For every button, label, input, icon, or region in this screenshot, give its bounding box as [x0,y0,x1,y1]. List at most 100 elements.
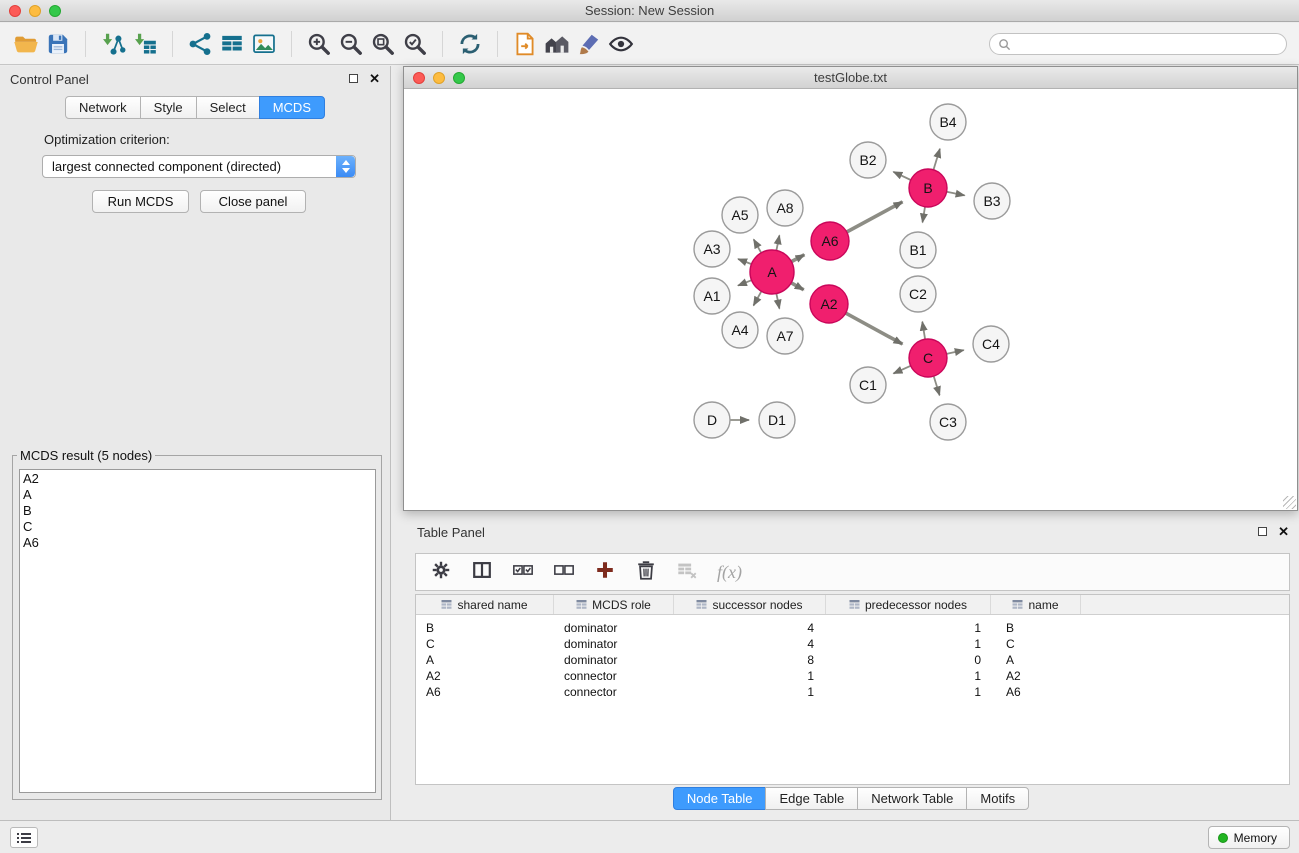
graph-node-C3[interactable]: C3 [930,404,966,440]
search-input[interactable] [1014,36,1278,53]
graph-edge-A-A4[interactable] [754,291,762,305]
column-header-shared-name[interactable]: shared name [416,595,554,614]
graph-node-A2[interactable]: A2 [810,285,848,323]
column-header-successor-nodes[interactable]: successor nodes [674,595,826,614]
graph-node-B1[interactable]: B1 [900,232,936,268]
graph-node-D[interactable]: D [694,402,730,438]
graph-node-C2[interactable]: C2 [900,276,936,312]
list-item[interactable]: A [23,487,372,503]
list-item[interactable]: A6 [23,535,372,551]
graph-node-A5[interactable]: A5 [722,197,758,233]
list-item[interactable]: C [23,519,372,535]
graph-node-B4[interactable]: B4 [930,104,966,140]
task-history-button[interactable] [10,827,38,848]
table-file-button[interactable] [216,28,248,60]
graph-edge-C-C1[interactable] [894,366,911,374]
deselect-all-button[interactable] [553,559,575,586]
tab-mcds[interactable]: MCDS [259,96,325,119]
import-table-button[interactable] [129,28,161,60]
graph-edge-C-C2[interactable] [922,322,925,340]
zoom-window-button[interactable] [49,5,61,17]
network-overview-button[interactable] [541,28,573,60]
tab-node-table[interactable]: Node Table [673,787,767,810]
graph-node-A1[interactable]: A1 [694,278,730,314]
float-panel-icon[interactable] [349,74,358,83]
graph-edge-A-A2[interactable] [791,283,804,290]
graph-node-B2[interactable]: B2 [850,142,886,178]
table-settings-button[interactable] [430,559,452,586]
graph-node-B3[interactable]: B3 [974,183,1010,219]
network-minimize-button[interactable] [433,72,445,84]
graph-edge-A6-B[interactable] [847,202,903,232]
graph-node-A[interactable]: A [750,250,794,294]
table-row[interactable]: A dominator 8 0 A [416,652,1289,668]
export-image-button[interactable] [248,28,280,60]
graph-node-A8[interactable]: A8 [767,190,803,226]
graph-node-A7[interactable]: A7 [767,318,803,354]
snapshot-button[interactable] [509,28,541,60]
list-item[interactable]: B [23,503,372,519]
graph-node-A6[interactable]: A6 [811,222,849,260]
close-panel-icon[interactable]: ✕ [1278,526,1289,537]
graph-edge-A-A1[interactable] [738,280,752,285]
graph-edge-A-A8[interactable] [776,235,779,250]
graphics-details-button[interactable] [573,28,605,60]
zoom-out-button[interactable] [335,28,367,60]
import-network-button[interactable] [97,28,129,60]
delete-column-button[interactable] [635,559,657,586]
tab-select[interactable]: Select [196,96,260,119]
float-panel-icon[interactable] [1258,527,1267,536]
table-row[interactable]: A2 connector 1 1 A2 [416,668,1289,684]
column-header-name[interactable]: name [991,595,1081,614]
zoom-fit-button[interactable] [367,28,399,60]
add-column-button[interactable] [594,559,616,586]
graph-edge-B-B4[interactable] [934,149,940,170]
memory-button[interactable]: Memory [1208,826,1290,849]
graph-edge-A-A7[interactable] [776,294,779,309]
graph-node-B[interactable]: B [909,169,947,207]
list-item[interactable]: A2 [23,471,372,487]
apply-layout-button[interactable] [454,28,486,60]
network-graph[interactable]: B4 B2 B B3 A5A8A6 B1 A3 A C2 A1 A2 A4A7 C4 C C1 C3 D D1 [404,89,1297,510]
network-close-button[interactable] [413,72,425,84]
column-header-mcds-role[interactable]: MCDS role [554,595,674,614]
graph-edge-A-A3[interactable] [738,259,751,264]
criterion-dropdown[interactable]: largest connected component (directed) [42,155,356,178]
zoom-selected-button[interactable] [399,28,431,60]
resize-grip[interactable] [1283,496,1296,509]
graph-edge-A-A6[interactable] [791,255,804,262]
table-row[interactable]: A6 connector 1 1 A6 [416,684,1289,700]
close-panel-icon[interactable]: ✕ [369,73,380,84]
graph-edge-B-B3[interactable] [947,192,965,196]
table-row[interactable]: B dominator 4 1 B [416,620,1289,636]
tab-network[interactable]: Network [65,96,141,119]
graph-edge-A2-C[interactable] [846,313,903,344]
graph-edge-A-A5[interactable] [754,239,762,252]
network-zoom-button[interactable] [453,72,465,84]
network-file-button[interactable] [184,28,216,60]
open-file-button[interactable] [10,28,42,60]
graph-node-C[interactable]: C [909,339,947,377]
tab-network-table[interactable]: Network Table [857,787,967,810]
run-mcds-button[interactable]: Run MCDS [92,190,189,213]
graph-edge-B-B2[interactable] [893,172,910,180]
graph-edge-C-C3[interactable] [934,376,940,395]
column-header-predecessor-nodes[interactable]: predecessor nodes [826,595,991,614]
tab-edge-table[interactable]: Edge Table [765,787,858,810]
network-canvas[interactable]: B4 B2 B B3 A5A8A6 B1 A3 A C2 A1 A2 A4A7 C4 C C1 C3 D D1 [404,89,1297,510]
tab-style[interactable]: Style [140,96,197,119]
tab-motifs[interactable]: Motifs [966,787,1029,810]
graph-node-C1[interactable]: C1 [850,367,886,403]
close-panel-button[interactable]: Close panel [200,190,306,213]
close-window-button[interactable] [9,5,21,17]
show-hide-details-button[interactable] [605,28,637,60]
network-window-titlebar[interactable]: testGlobe.txt [404,67,1297,89]
graph-node-D1[interactable]: D1 [759,402,795,438]
mcds-result-list[interactable]: A2 A B C A6 [19,469,376,793]
graph-node-C4[interactable]: C4 [973,326,1009,362]
select-all-button[interactable] [512,559,534,586]
graph-node-A4[interactable]: A4 [722,312,758,348]
graph-edge-B-B1[interactable] [923,207,926,223]
graph-node-A3[interactable]: A3 [694,231,730,267]
show-columns-button[interactable] [471,559,493,586]
